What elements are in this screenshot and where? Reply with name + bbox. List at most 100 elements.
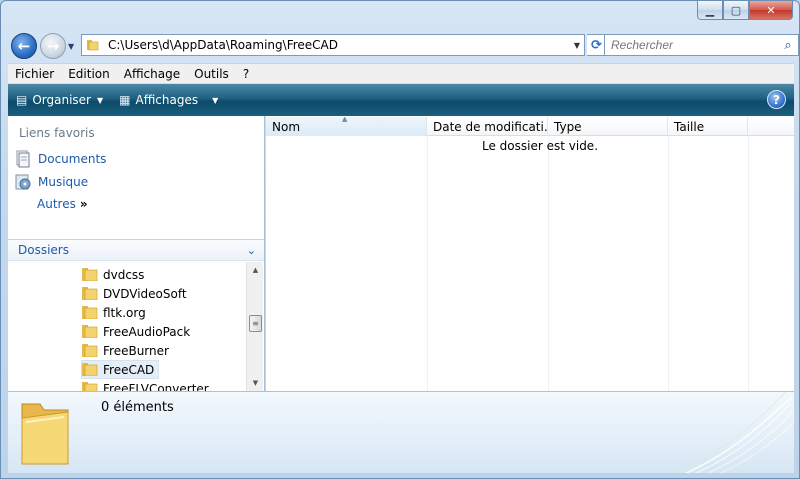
folder-icon [82, 325, 98, 338]
maximize-button[interactable]: ▢ [723, 1, 749, 20]
search-input[interactable] [605, 38, 778, 52]
decorative-swoosh [674, 392, 794, 473]
scroll-down-button[interactable]: ▼ [247, 375, 264, 391]
favorite-label: Musique [38, 175, 89, 189]
organize-label: Organiser [32, 93, 91, 107]
tree-item-label: fltk.org [103, 305, 146, 320]
sort-ascending-icon: ▲ [342, 117, 348, 123]
views-label: Affichages [135, 93, 199, 107]
tree-item-label: FreeBurner [103, 343, 169, 358]
folder-icon [82, 287, 98, 300]
arrow-right-icon: → [46, 37, 60, 55]
search-box[interactable]: ⌕ [604, 34, 799, 56]
column-divider [427, 136, 428, 391]
favorite-label: Documents [38, 152, 107, 166]
refresh-icon: ⟳ [591, 37, 602, 53]
menu-bar: Fichier Edition Affichage Outils ? [8, 63, 794, 83]
tree-item[interactable]: dvdcss [82, 265, 148, 284]
menu-fichier[interactable]: Fichier [8, 67, 61, 81]
favorites-title: Liens favoris [19, 126, 95, 140]
caption-buttons: ▁ ▢ ✕ [697, 1, 793, 21]
folder-large-icon [21, 403, 69, 465]
close-icon: ✕ [766, 3, 776, 17]
explorer-window: ▁ ▢ ✕ ← → ▼ C:\Users\d\AppData\Roaming\F… [0, 0, 800, 479]
column-header-size[interactable]: Taille [668, 117, 748, 136]
command-bar: ▤ Organiser ▼ ▦ Affichages ▼ ? [8, 84, 794, 116]
folder-icon [82, 306, 98, 319]
minimize-button[interactable]: ▁ [697, 1, 723, 20]
folder-tree: dvdcss DVDVideoSoft fltk.org FreeAudioPa… [8, 262, 246, 392]
minimize-icon: ▁ [705, 3, 715, 17]
favorites-more[interactable]: Autres» [37, 197, 88, 211]
folder-icon [87, 40, 99, 51]
folder-open-icon [82, 363, 98, 376]
navigation-bar: ← → ▼ C:\Users\d\AppData\Roaming\FreeCAD… [9, 29, 799, 61]
column-header-type[interactable]: Type [548, 117, 668, 136]
tree-item[interactable]: FreeBurner [82, 341, 173, 360]
menu-affichage[interactable]: Affichage [117, 67, 187, 81]
views-icon: ▦ [119, 93, 131, 107]
more-label: Autres [37, 197, 76, 211]
column-header-date[interactable]: Date de modificati... [427, 117, 548, 136]
organize-button[interactable]: ▤ Organiser ▼ [16, 93, 103, 107]
tree-item-label: DVDVideoSoft [103, 286, 187, 301]
help-button[interactable]: ? [767, 90, 786, 109]
column-headers: ▲ Nom Date de modificati... Type Taille [266, 117, 794, 136]
menu-edition[interactable]: Edition [61, 67, 117, 81]
column-divider [668, 136, 669, 391]
triangle-up-icon: ▲ [252, 266, 259, 274]
double-chevron-right-icon: » [79, 197, 88, 211]
documents-icon [16, 150, 30, 168]
tree-item[interactable]: DVDVideoSoft [82, 284, 191, 303]
tree-item-label: dvdcss [103, 267, 145, 282]
tree-item-selected[interactable]: FreeCAD [81, 360, 160, 379]
column-divider [548, 136, 549, 391]
history-dropdown[interactable]: ▼ [68, 42, 74, 51]
favorite-music[interactable]: Musique [14, 173, 88, 191]
column-header-label: Nom [272, 119, 301, 134]
scroll-up-button[interactable]: ▲ [247, 262, 264, 278]
menu-help[interactable]: ? [236, 67, 256, 81]
address-path[interactable]: C:\Users\d\AppData\Roaming\FreeCAD [108, 38, 570, 52]
address-dropdown[interactable]: ▼ [570, 41, 584, 50]
column-divider [748, 136, 749, 391]
chevron-down-icon: ▼ [97, 95, 104, 105]
back-button[interactable]: ← [11, 33, 37, 59]
chevron-down-icon: ▼ [212, 95, 219, 105]
favorite-documents[interactable]: Documents [14, 150, 106, 168]
chevron-down-icon: ▼ [573, 40, 581, 50]
chevron-down-icon: ⌄ [246, 243, 256, 257]
close-button[interactable]: ✕ [749, 1, 793, 20]
forward-button[interactable]: → [40, 33, 66, 59]
item-count: 0 éléments [101, 400, 174, 415]
folders-header[interactable]: Dossiers ⌄ [8, 239, 264, 261]
column-header-label: Taille [674, 119, 705, 134]
menu-outils[interactable]: Outils [187, 67, 236, 81]
tree-item[interactable]: FreeAudioPack [82, 322, 194, 341]
help-icon: ? [773, 92, 780, 107]
views-button[interactable]: ▦ Affichages ▼ [119, 93, 218, 107]
arrow-left-icon: ← [17, 37, 31, 55]
empty-folder-message: Le dossier est vide. [482, 139, 599, 153]
file-list: ▲ Nom Date de modificati... Type Taille … [266, 116, 794, 391]
maximize-icon: ▢ [730, 3, 742, 17]
chevron-down-icon: ▼ [68, 42, 75, 51]
address-bar[interactable]: C:\Users\d\AppData\Roaming\FreeCAD ▼ [81, 34, 585, 56]
folder-tree-scrollbar[interactable]: ▲ ≡ ▼ [246, 262, 263, 391]
scroll-thumb[interactable]: ≡ [249, 315, 262, 332]
column-header-label: Type [554, 119, 582, 134]
tree-item-label: FreeCAD [103, 362, 155, 377]
column-header-label: Date de modificati... [433, 119, 548, 134]
music-icon [15, 174, 31, 190]
organize-icon: ▤ [16, 93, 28, 107]
search-icon[interactable]: ⌕ [778, 38, 798, 53]
folder-icon [82, 344, 98, 357]
folders-title: Dossiers [18, 243, 69, 257]
details-pane: 0 éléments [8, 391, 794, 473]
column-header-name[interactable]: ▲ Nom [266, 117, 427, 136]
navigation-pane: Liens favoris Documents Musique Autres» … [8, 116, 265, 392]
triangle-down-icon: ▼ [252, 379, 259, 387]
tree-item-label: FreeAudioPack [103, 324, 191, 339]
tree-item[interactable]: fltk.org [82, 303, 150, 322]
folder-icon [82, 268, 98, 281]
